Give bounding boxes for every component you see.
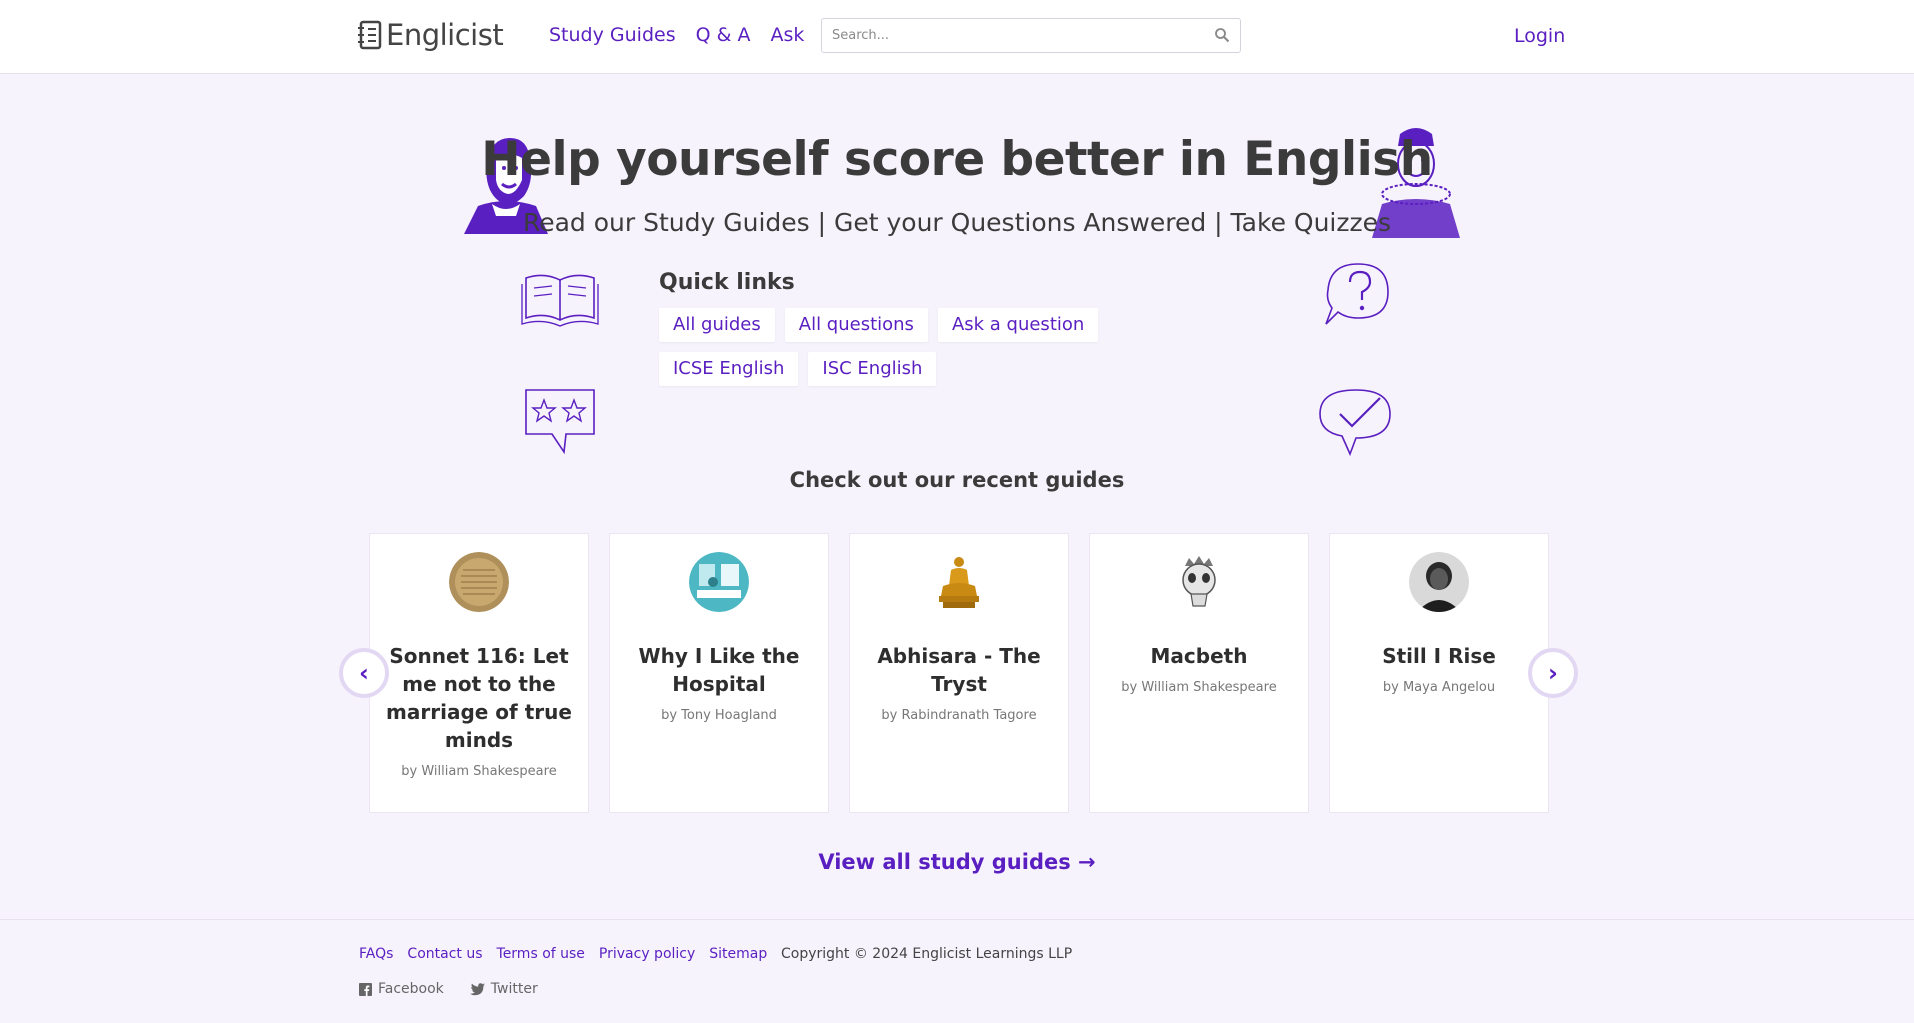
- search-input[interactable]: [822, 19, 1192, 52]
- quick-links-title: Quick links: [659, 270, 795, 295]
- guide-title: Why I Like the Hospital: [638, 644, 800, 696]
- guide-title: Abhisara - The Tryst: [877, 644, 1041, 696]
- footer-link-sitemap[interactable]: Sitemap: [709, 946, 767, 962]
- question-bubble-icon: [1325, 263, 1389, 325]
- social-links: Facebook Twitter: [359, 981, 538, 997]
- nav-study-guides[interactable]: Study Guides: [549, 24, 676, 46]
- guide-card[interactable]: Why I Like the Hospital by Tony Hoagland: [609, 533, 829, 813]
- quick-link-ask-question[interactable]: Ask a question: [937, 308, 1099, 342]
- facebook-icon: [359, 982, 372, 996]
- star-review-icon: [525, 389, 595, 455]
- hero-title: Help yourself score better in English: [481, 132, 1433, 187]
- hospital-image-icon: [689, 552, 749, 612]
- logo-text: Englicist: [386, 18, 504, 52]
- quick-link-all-guides[interactable]: All guides: [659, 308, 775, 342]
- crowned-skull-icon: [1182, 556, 1216, 607]
- guide-author: by Rabindranath Tagore: [881, 708, 1037, 723]
- guide-author: by William Shakespeare: [1121, 680, 1277, 695]
- nav-ask[interactable]: Ask: [770, 24, 804, 46]
- carousel-prev-button[interactable]: ‹: [339, 648, 389, 698]
- twitter-icon: [469, 982, 485, 995]
- twitter-link[interactable]: Twitter: [469, 981, 538, 997]
- main-nav: Study Guides Q & A Ask: [549, 24, 804, 46]
- search-icon[interactable]: [1214, 27, 1230, 43]
- guide-author: by Maya Angelou: [1382, 680, 1496, 695]
- guide-author: by William Shakespeare: [401, 764, 557, 779]
- footer-link-faqs[interactable]: FAQs: [359, 946, 393, 962]
- footer-link-terms[interactable]: Terms of use: [497, 946, 585, 962]
- guide-thumbnail: [449, 552, 509, 612]
- guide-thumbnail: [929, 552, 989, 612]
- facebook-link[interactable]: Facebook: [359, 981, 444, 997]
- portrait-photo-icon: [1409, 552, 1469, 612]
- facebook-label: Facebook: [378, 981, 444, 997]
- guide-thumbnail: [1409, 552, 1469, 612]
- quick-links: All guides All questions Ask a question …: [659, 308, 1219, 386]
- footer-link-contact[interactable]: Contact us: [407, 946, 482, 962]
- guide-title: Still I Rise: [1382, 644, 1496, 668]
- hero-subtitle: Read our Study Guides | Get your Questio…: [522, 208, 1392, 237]
- recent-guides-title: Check out our recent guides: [789, 468, 1125, 492]
- open-book-icon: [521, 274, 599, 327]
- guide-title: Macbeth: [1150, 644, 1248, 668]
- quick-link-icse-english[interactable]: ICSE English: [659, 352, 799, 386]
- copyright-text: Copyright © 2024 Englicist Learnings LLP: [781, 946, 1073, 962]
- view-all-guides-link[interactable]: View all study guides →: [0, 850, 1914, 874]
- guide-author: by Tony Hoagland: [661, 708, 777, 723]
- search-box: [821, 18, 1241, 53]
- site-footer: FAQs Contact us Terms of use Privacy pol…: [0, 919, 1914, 1023]
- check-bubble-icon: [1319, 389, 1391, 456]
- guide-thumbnail: [689, 552, 749, 612]
- guide-card[interactable]: Still I Rise by Maya Angelou: [1329, 533, 1549, 813]
- notebook-icon: [358, 20, 382, 50]
- guide-card[interactable]: Abhisara - The Tryst by Rabindranath Tag…: [849, 533, 1069, 813]
- nav-qa[interactable]: Q & A: [696, 24, 751, 46]
- quick-link-all-questions[interactable]: All questions: [784, 308, 928, 342]
- login-link[interactable]: Login: [1514, 25, 1565, 47]
- guide-thumbnail: [1169, 552, 1229, 612]
- carousel-next-button[interactable]: ›: [1528, 648, 1578, 698]
- footer-links: FAQs Contact us Terms of use Privacy pol…: [359, 946, 767, 962]
- parchment-image-icon: [449, 552, 509, 612]
- guide-card[interactable]: Macbeth by William Shakespeare: [1089, 533, 1309, 813]
- twitter-label: Twitter: [490, 981, 538, 997]
- site-header: Englicist Study Guides Q & A Ask Login: [0, 0, 1914, 74]
- guide-title: Sonnet 116: Let me not to the marriage o…: [386, 644, 572, 752]
- footer-link-privacy[interactable]: Privacy policy: [599, 946, 695, 962]
- logo[interactable]: Englicist: [358, 16, 504, 54]
- guide-card[interactable]: Sonnet 116: Let me not to the marriage o…: [369, 533, 589, 813]
- guides-carousel: Sonnet 116: Let me not to the marriage o…: [369, 533, 1549, 813]
- buddha-image-icon: [939, 557, 979, 608]
- quick-link-isc-english[interactable]: ISC English: [808, 352, 937, 386]
